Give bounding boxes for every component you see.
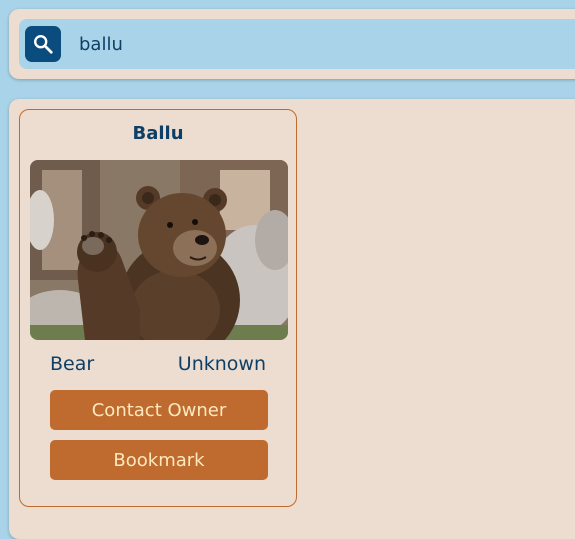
contact-owner-button[interactable]: Contact Owner: [50, 390, 268, 430]
bookmark-button[interactable]: Bookmark: [50, 440, 268, 480]
search-icon: [34, 35, 53, 54]
search-panel: [9, 9, 575, 79]
pet-owner: Unknown: [177, 353, 266, 375]
results-panel: Ballu Bear Unknown Contact Owner Bookmar…: [9, 99, 575, 539]
pet-name: Ballu: [132, 123, 184, 144]
pet-photo: [30, 160, 288, 340]
pet-type: Bear: [50, 353, 95, 375]
search-button[interactable]: [25, 26, 61, 62]
search-input[interactable]: [79, 31, 559, 57]
search-bar: [19, 19, 575, 69]
pet-card: Ballu Bear Unknown Contact Owner Bookmar…: [19, 109, 297, 507]
